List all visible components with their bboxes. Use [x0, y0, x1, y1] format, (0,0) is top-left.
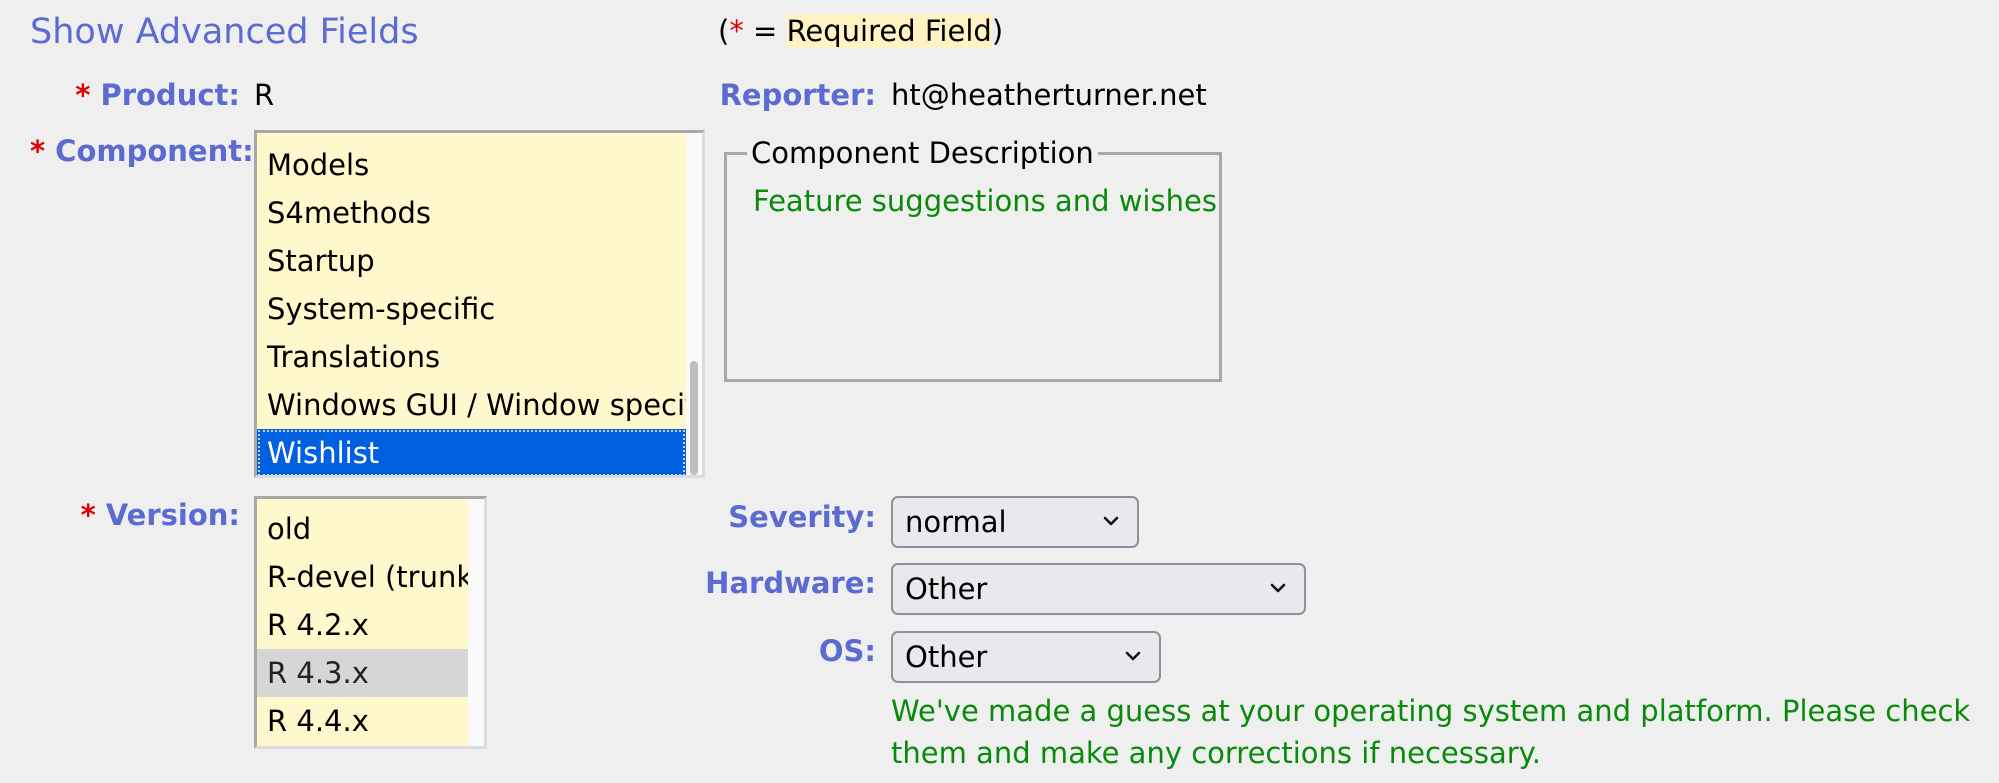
product-label-text: Product: — [100, 78, 240, 112]
version-option-r-4-3[interactable]: R 4.3.x — [257, 649, 468, 697]
chevron-down-icon — [1103, 516, 1119, 526]
severity-select[interactable]: normal — [891, 496, 1139, 548]
version-label: * Version: — [30, 498, 240, 532]
equals-sign: = — [743, 14, 787, 48]
version-label-text: Version: — [105, 498, 240, 532]
component-option-models[interactable]: Models — [257, 141, 702, 189]
product-label: * Product: — [30, 78, 240, 112]
required-field-note: (* = Required Field) — [718, 14, 1003, 48]
severity-value: normal — [905, 505, 1007, 539]
component-scrollbar-thumb[interactable] — [690, 361, 698, 475]
component-label-text: Component: — [55, 134, 254, 168]
required-field-text: Required Field — [786, 14, 992, 48]
paren-close: ) — [991, 14, 1004, 48]
os-select[interactable]: Other — [891, 631, 1161, 683]
required-star: * — [30, 134, 46, 168]
required-star: * — [75, 78, 91, 112]
os-guess-message: We've made a guess at your operating sys… — [891, 694, 1971, 770]
component-label: * Component: — [30, 134, 254, 168]
component-description-box: Component Description Feature suggestion… — [724, 136, 1222, 382]
severity-label: Severity: — [728, 500, 876, 534]
component-option-system-specific[interactable]: System-specific — [257, 285, 702, 333]
hardware-select[interactable]: Other — [891, 563, 1306, 615]
version-option-r-devel[interactable]: R-devel (trunk) — [257, 553, 484, 601]
component-description-text: Feature suggestions and wishes — [753, 184, 1217, 218]
component-description-legend: Component Description — [751, 136, 1094, 170]
chevron-down-icon — [1270, 583, 1286, 593]
product-value: R — [254, 78, 275, 112]
component-option-windows-gui[interactable]: Windows GUI / Window specific — [257, 381, 702, 429]
component-option-wishlist[interactable]: Wishlist — [257, 429, 686, 475]
required-star: * — [80, 498, 96, 532]
show-advanced-fields-link[interactable]: Show Advanced Fields — [30, 12, 419, 52]
reporter-value: ht@heatherturner.net — [891, 78, 1207, 112]
version-option-old[interactable]: old — [257, 505, 468, 553]
hardware-label: Hardware: — [705, 566, 876, 600]
component-scrollbar[interactable] — [686, 133, 702, 475]
paren-open: ( — [718, 14, 730, 48]
version-option-r-4-2[interactable]: R 4.2.x — [257, 601, 468, 649]
version-listbox[interactable]: old R-devel (trunk) R 4.2.x R 4.3.x R 4.… — [254, 496, 487, 749]
os-value: Other — [905, 640, 988, 674]
required-star: * — [729, 14, 744, 48]
reporter-label: Reporter: — [719, 78, 876, 112]
os-label: OS: — [818, 634, 876, 668]
component-option-s4methods[interactable]: S4methods — [257, 189, 702, 237]
version-option-r-4-4[interactable]: R 4.4.x — [257, 697, 468, 745]
component-listbox[interactable]: Models S4methods Startup System-specific… — [254, 130, 705, 478]
hardware-value: Other — [905, 572, 988, 606]
chevron-down-icon — [1125, 651, 1141, 661]
version-scrollbar[interactable] — [468, 499, 484, 746]
component-option-startup[interactable]: Startup — [257, 237, 702, 285]
component-option-translations[interactable]: Translations — [257, 333, 702, 381]
